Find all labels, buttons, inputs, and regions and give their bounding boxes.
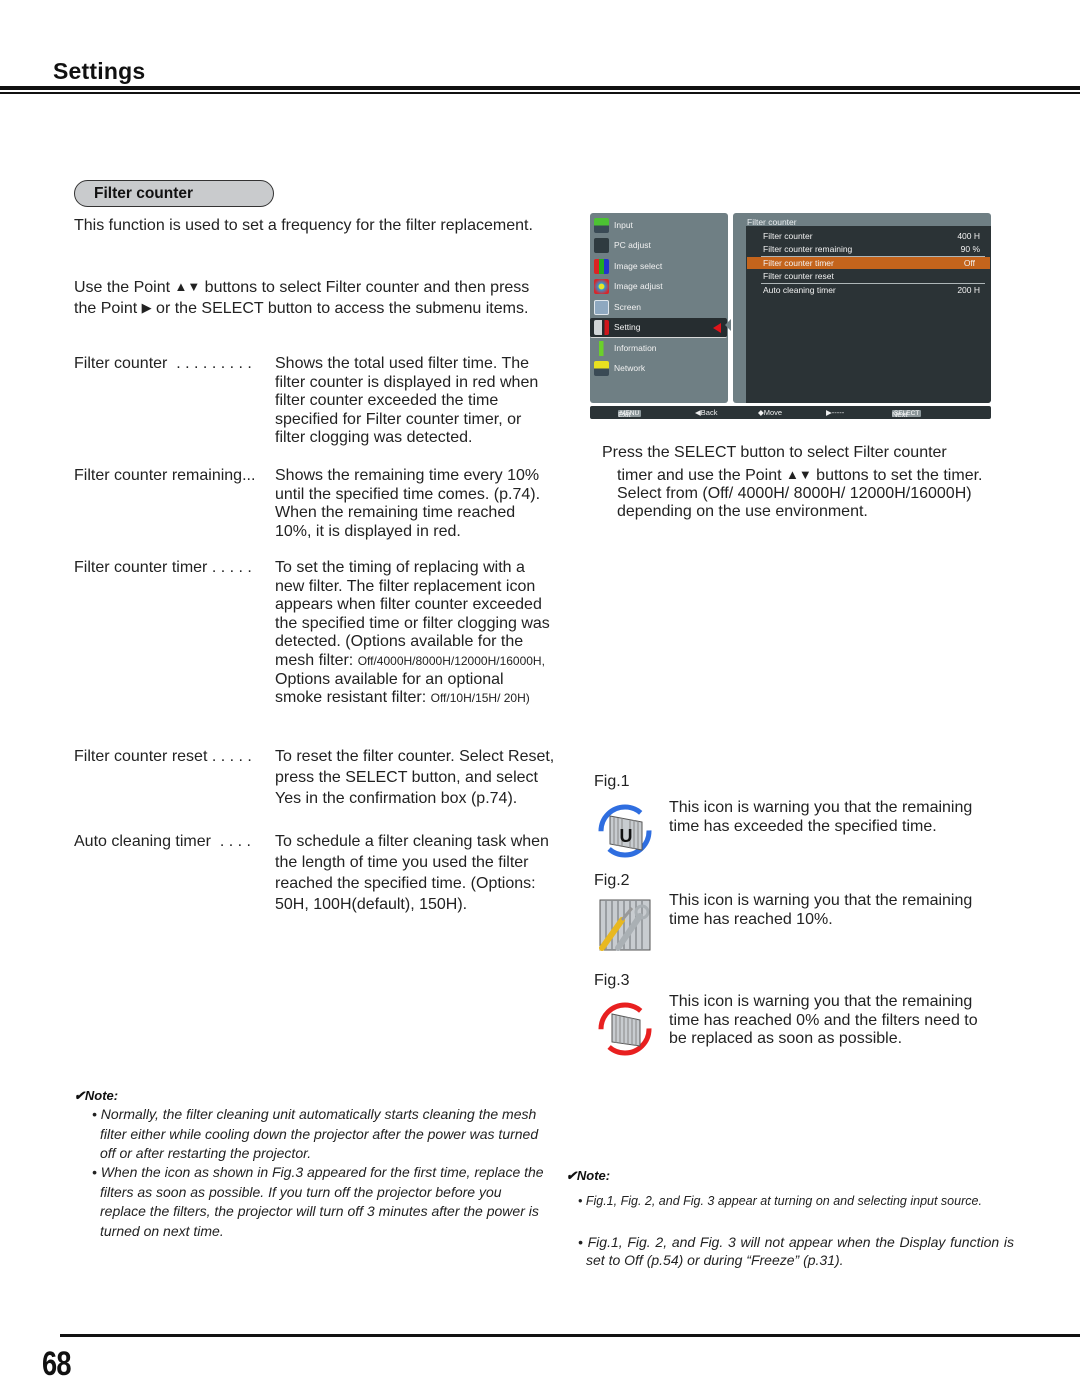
osd-menu-label: Image adjust [614,281,663,291]
right-arrow-icon: ▶ [141,300,152,315]
submenu-row-filter-counter-reset[interactable]: Filter counter reset [754,270,988,282]
osd-menu-label: Input [614,220,633,230]
osd-footer-right[interactable]: ▶----- [826,408,844,417]
osd-menu-item-image-select[interactable]: Image select [590,257,727,276]
page-title: Settings [53,58,146,84]
definition-desc: To schedule a filter cleaning task when … [275,833,549,913]
note-heading: ✔Note: [74,1088,119,1103]
note-heading: ✔Note: [566,1168,611,1183]
submenu-panel: Filter counter 400 H Filter counter rema… [746,226,991,403]
osd-menu-item-pc-adjust[interactable]: PC adjust [590,236,727,255]
submenu-notch [725,319,731,331]
page-number: 68 [42,1345,71,1383]
osd-menu-label: Image select [614,261,663,271]
osd-footer-back[interactable]: ◀Back [695,408,717,417]
image-adjust-icon [594,279,609,294]
instruction-paragraph: Use the Point ▲▼ buttons to select Filte… [74,277,544,319]
submenu-value: 200 H [957,285,980,295]
definition-term: Filter counter . . . . . . . . . [74,355,252,372]
submenu-value: Off [963,258,975,268]
filter-exceeded-icon: U [596,802,654,860]
note-item: • When the icon as shown in Fig.3 appear… [92,1164,544,1239]
osd-footer-move[interactable]: ◆Move [758,408,782,417]
submenu-row-auto-cleaning-timer[interactable]: Auto cleaning timer 200 H [754,284,988,296]
section-heading: Filter counter [74,180,274,207]
definition-term: Filter counter remaining... [74,467,256,484]
osd-menu-label: Screen [614,302,641,312]
exit-label: Exit [618,410,631,419]
up-down-arrow-icon: ▲▼ [785,467,812,482]
submenu-label: Filter counter remaining [763,244,853,254]
submenu-row-filter-counter-remaining[interactable]: Filter counter remaining 90 % [754,243,988,255]
osd-menu-screenshot: Input PC adjust Image select Image adjus… [590,213,991,420]
fig2-label: Fig.2 [594,872,630,889]
fig1-label: Fig.1 [594,773,630,790]
submenu-label: Filter counter timer [763,258,834,268]
definition-desc: Shows the total used filter time. The fi… [275,355,539,447]
network-icon [594,361,609,376]
footer-rule [60,1334,1080,1337]
setting-icon [594,320,609,335]
definition-desc: To reset the filter counter. Select Rese… [275,748,555,807]
submenu-value: 90 % [960,244,980,254]
fig1-text: This icon is warning you that the remain… [669,799,973,835]
osd-menu-item-input[interactable]: Input [590,216,727,235]
note-item: • Fig.1, Fig. 2, and Fig. 3 will not app… [578,1234,1014,1268]
fig3-label: Fig.3 [594,972,630,989]
osd-menu-item-screen[interactable]: Screen [590,298,727,317]
submenu-row-filter-counter-timer[interactable]: Filter counter timer Off [747,257,990,269]
submenu-label: Filter counter [763,231,813,241]
definition-term: Auto cleaning timer . . . . [74,833,251,850]
instruction-text: or the SELECT button to access the subme… [151,300,529,317]
definition-term: Filter counter timer . . . . . [74,559,252,576]
osd-submenu: Filter counter Filter counter 400 H Filt… [733,213,991,403]
submenu-label: Auto cleaning timer [763,285,836,295]
mesh-filter-options: Off/4000H/8000H/12000H/16000H, [357,653,545,668]
osd-menu-item-network[interactable]: Network [590,359,727,378]
instruction-text: timer and use the Point [617,467,786,484]
selector-arrow-icon [713,323,721,333]
intro-paragraph: This function is used to set a frequency… [74,217,533,234]
instruction-text: Use the Point [74,279,175,296]
up-down-arrow-icon: ▲▼ [174,279,201,294]
fig3-text: This icon is warning you that the remain… [669,993,978,1048]
svg-text:U: U [620,826,633,846]
input-icon [594,218,609,233]
submenu-label: Filter counter reset [763,271,834,281]
header-rule-thin [0,92,1080,94]
submenu-row-filter-counter[interactable]: Filter counter 400 H [754,230,988,242]
fig2-text: This icon is warning you that the remain… [669,892,973,928]
submenu-value: 400 H [957,231,980,241]
note-item: • Normally, the filter cleaning unit aut… [92,1106,539,1161]
screen-icon [594,300,609,315]
filter-maintenance-icon [596,896,654,954]
smoke-filter-options: Off/10H/15H/ 20H) [430,691,530,706]
filter-replace-icon [596,1000,654,1058]
osd-menu-item-setting[interactable]: Setting [590,318,727,338]
osd-menu-label: Network [614,363,646,373]
definition-desc: To set the timing of replacing with a ne… [275,559,555,708]
osd-menu-label: PC adjust [614,240,651,250]
osd-menu-label: Information [614,343,657,353]
information-icon [594,341,609,356]
definition-term: Filter counter reset . . . . . [74,748,252,765]
osd-menu-item-image-adjust[interactable]: Image adjust [590,277,727,296]
note-item: • Fig.1, Fig. 2, and Fig. 3 appear at tu… [578,1194,982,1208]
desc-text: To set the timing of replacing with a ne… [275,559,550,669]
next-label: Next [892,410,908,419]
definition-desc: Shows the remaining time every 10% until… [275,467,541,540]
osd-menu-item-information[interactable]: Information [590,339,727,358]
instruction-text: Press the SELECT button to select Filter… [602,444,947,461]
pc-adjust-icon [594,238,609,253]
header-rule [0,86,1080,90]
osd-menu-label: Setting [614,322,641,332]
osd-main-menu: Input PC adjust Image select Image adjus… [590,213,728,403]
image-select-icon [594,259,609,274]
osd-footer-bar: MENU Exit ◀Back ◆Move ▶----- SELECT Next [590,406,991,419]
instruction-continuation: timer and use the Point ▲▼ buttons to se… [602,466,992,521]
timer-instruction: Press the SELECT button to select Filter… [602,444,992,521]
